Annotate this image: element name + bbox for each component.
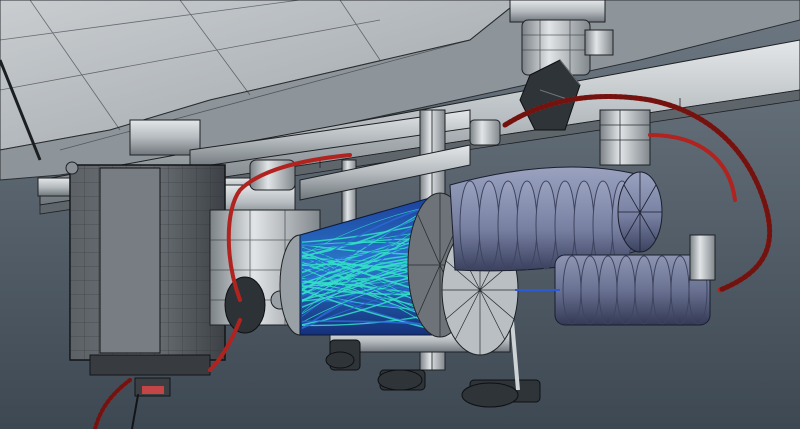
coil-ring (535, 180, 557, 270)
coil-ring (652, 255, 672, 325)
coil-ring (616, 255, 636, 325)
coil-ring (598, 255, 618, 325)
coil-ring (459, 180, 481, 270)
coil-ring (497, 180, 519, 270)
motor-housing (69, 164, 226, 397)
render-viewport (0, 0, 800, 429)
coil-ring (478, 180, 500, 270)
scene-svg (0, 0, 800, 429)
coil-ring (634, 255, 654, 325)
coil-ring (670, 255, 690, 325)
coil-ring (580, 255, 600, 325)
coil-ring (516, 180, 538, 270)
coil-ring (562, 255, 582, 325)
